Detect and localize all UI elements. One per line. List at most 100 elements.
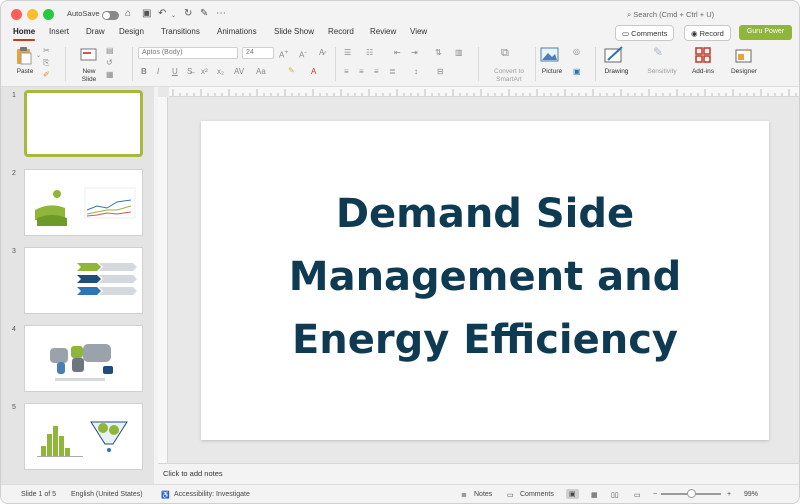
bullets-icon[interactable]: ☰ [344, 48, 351, 58]
cut-icon[interactable]: ✂ [43, 46, 50, 56]
decrease-font-icon[interactable]: A- [299, 48, 307, 61]
format-painter-icon[interactable]: ✎ [200, 8, 208, 20]
new-slide-icon[interactable] [80, 47, 98, 63]
record-button[interactable]: ◉ Record [684, 25, 731, 41]
layout-icon[interactable]: ▤ [106, 46, 114, 56]
autosave-toggle[interactable] [102, 11, 119, 20]
font-name-select[interactable]: Aptos (Body) [138, 47, 238, 59]
slide-sorter-icon[interactable]: ▦ [591, 491, 598, 499]
designer-icon[interactable] [734, 46, 754, 64]
slide-thumbnail-1[interactable] [24, 90, 143, 157]
tab-animations[interactable]: Animations [217, 27, 257, 36]
notes-icon: ≣ [461, 492, 467, 499]
comments-button[interactable]: ▭ Comments [615, 25, 675, 41]
font-color-icon[interactable]: A [311, 67, 316, 77]
increase-font-icon[interactable]: A+ [279, 48, 288, 61]
record-label: Record [699, 29, 724, 38]
font-size-select[interactable]: 24 [242, 47, 274, 59]
more-icon[interactable]: ⋯ [216, 8, 226, 20]
close-window-button[interactable] [11, 9, 22, 20]
slide-thumbnail-5[interactable] [24, 403, 143, 470]
notes-pane[interactable]: Click to add notes [158, 463, 799, 483]
change-case-icon[interactable]: Aa [256, 67, 266, 77]
slide-thumbnail-4[interactable] [24, 325, 143, 392]
columns-icon[interactable]: ▥ [455, 48, 463, 58]
accessibility-status[interactable]: Accessibility: Investigate [174, 491, 250, 498]
tab-view[interactable]: View [410, 27, 427, 36]
ribbon-separator [65, 47, 66, 81]
normal-view-icon[interactable]: ▣ [566, 489, 579, 499]
clear-formatting-icon[interactable]: A̷ [319, 48, 324, 58]
align-text-icon[interactable]: ⊟ [437, 67, 444, 77]
copy-icon[interactable]: ⎘ [43, 58, 49, 68]
subscript-icon[interactable]: x₂ [217, 67, 224, 77]
search-field[interactable]: ⌕ Search (Cmd + Ctrl + U) [627, 10, 714, 20]
format-painter-brush-icon[interactable]: ✐ [43, 70, 50, 80]
reset-icon[interactable]: ↺ [106, 58, 113, 68]
guru-power-button[interactable]: Guru Power [739, 25, 792, 40]
shapes-icon[interactable]: ◎ [573, 47, 580, 57]
justify-icon[interactable]: ≣ [389, 67, 396, 77]
add-ins-icon[interactable] [694, 46, 712, 64]
slide-show-icon[interactable]: ▭ [634, 491, 641, 499]
zoom-in-icon[interactable]: + [727, 491, 731, 498]
tab-slide-show[interactable]: Slide Show [274, 27, 314, 36]
highlight-icon[interactable]: ✎ [288, 66, 295, 76]
paste-dropdown-icon[interactable]: ⌄ [36, 51, 41, 61]
accessibility-icon: ♿ [161, 492, 170, 499]
superscript-icon[interactable]: x² [201, 67, 208, 77]
picture-icon[interactable] [540, 47, 560, 63]
tab-insert[interactable]: Insert [49, 27, 69, 36]
tab-record[interactable]: Record [328, 27, 354, 36]
tab-draw[interactable]: Draw [86, 27, 105, 36]
paste-icon[interactable] [14, 46, 34, 66]
maximize-window-button[interactable] [43, 9, 54, 20]
smartart-icon[interactable]: ⧉ [501, 48, 509, 59]
new-slide-label: New Slide [81, 68, 97, 83]
bold-icon[interactable]: B [141, 67, 147, 77]
ribbon-separator [595, 47, 596, 81]
undo-icon[interactable]: ↶ [158, 8, 166, 20]
ribbon-separator [478, 47, 479, 81]
zoom-slider-handle[interactable] [687, 489, 696, 498]
ribbon-separator [132, 47, 133, 81]
tab-home[interactable]: Home [13, 27, 36, 41]
undo-dropdown-icon[interactable]: ⌄ [171, 10, 176, 22]
underline-icon[interactable]: U [172, 67, 178, 77]
redo-icon[interactable]: ↻ [184, 8, 192, 20]
line-spacing-icon[interactable]: ↕ [414, 67, 418, 77]
minimize-window-button[interactable] [27, 9, 38, 20]
tab-transitions[interactable]: Transitions [161, 27, 200, 36]
language-status[interactable]: English (United States) [71, 491, 143, 498]
thumbnail-number: 4 [12, 326, 16, 333]
ribbon-separator [335, 47, 336, 81]
strikethrough-icon[interactable]: S̶ [187, 67, 192, 77]
text-box-icon[interactable]: ▣ [573, 67, 581, 77]
sensitivity-icon[interactable]: ✎ [653, 46, 663, 58]
increase-indent-icon[interactable]: ⇥ [411, 48, 418, 58]
notes-toggle-button[interactable]: Notes [474, 491, 492, 498]
slide-thumbnail-3[interactable] [24, 247, 143, 314]
comments-toggle-button[interactable]: Comments [520, 491, 554, 498]
tab-review[interactable]: Review [370, 27, 396, 36]
align-left-icon[interactable]: ≡ [344, 67, 349, 77]
drawing-icon[interactable] [604, 46, 626, 64]
current-slide[interactable]: Demand Side Management and Energy Effici… [201, 121, 769, 440]
italic-icon[interactable]: I [157, 67, 159, 77]
slide-thumbnail-2[interactable] [24, 169, 143, 236]
align-right-icon[interactable]: ≡ [374, 67, 379, 77]
section-icon[interactable]: ▦ [106, 70, 114, 80]
zoom-out-icon[interactable]: − [653, 491, 657, 498]
character-spacing-icon[interactable]: AV [234, 67, 244, 77]
text-direction-icon[interactable]: ⇅ [435, 48, 442, 58]
home-icon[interactable]: ⌂ [125, 8, 131, 20]
reading-view-icon[interactable]: ▯▯ [611, 491, 619, 499]
zoom-level[interactable]: 99% [744, 491, 758, 498]
ribbon-tabs: Home Insert Draw Design Transitions Anim… [1, 25, 799, 43]
numbering-icon[interactable]: ☷ [366, 48, 373, 58]
align-center-icon[interactable]: ≡ [359, 67, 364, 77]
slide-title[interactable]: Demand Side Management and Energy Effici… [201, 183, 769, 372]
save-icon[interactable]: ▣ [142, 8, 151, 20]
tab-design[interactable]: Design [119, 27, 144, 36]
decrease-indent-icon[interactable]: ⇤ [394, 48, 401, 58]
